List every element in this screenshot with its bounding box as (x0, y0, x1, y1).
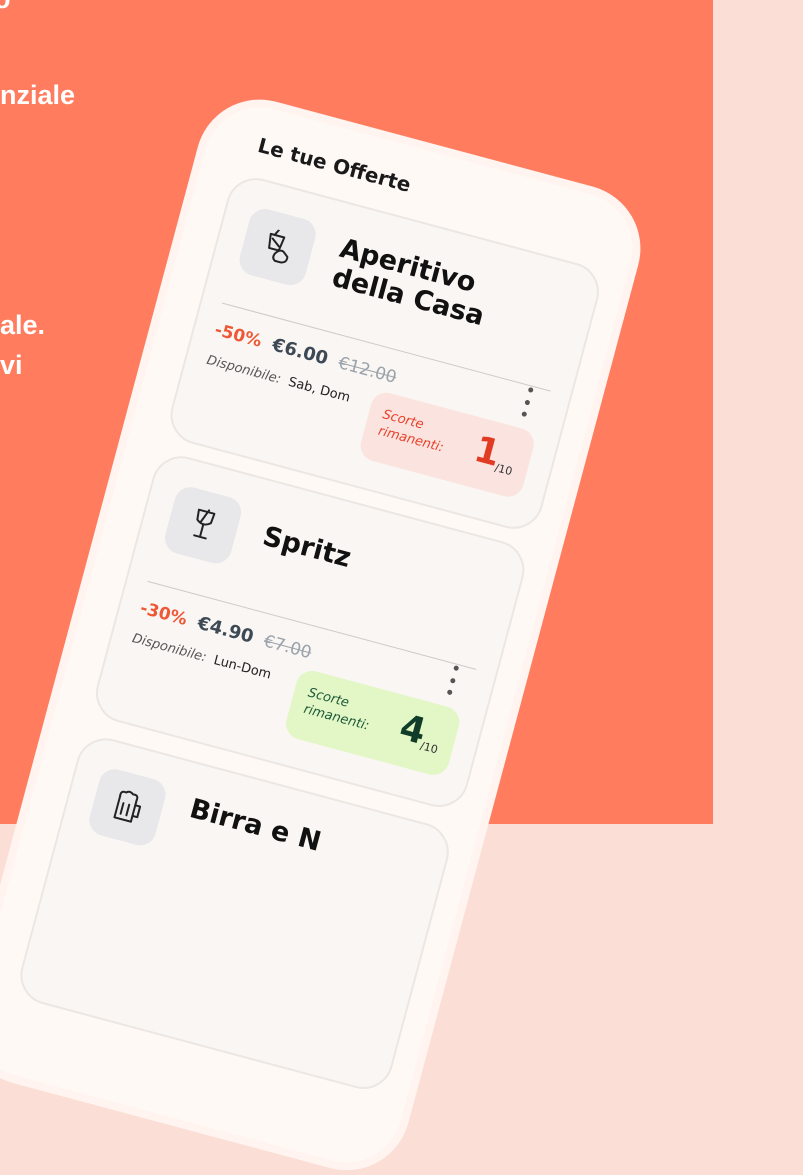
side-text-line: nziale (0, 80, 76, 110)
old-price: €7.00 (261, 631, 314, 664)
cocktail-hand-icon (235, 205, 320, 289)
more-options-icon[interactable] (439, 663, 466, 697)
current-price: €4.90 (195, 612, 256, 648)
availability-label: Disponibile: (204, 352, 283, 388)
side-text-line: vi (0, 350, 23, 380)
stock-badge: Scorte rimanenti: 4 /10 (282, 667, 463, 779)
side-text-line: ale. (0, 310, 46, 340)
discount-badge: -50% (212, 320, 264, 352)
current-price: €6.00 (269, 334, 331, 370)
old-price: €12.00 (335, 353, 399, 388)
more-options-icon[interactable] (513, 385, 540, 419)
availability-days: Lun-Dom (212, 652, 273, 683)
side-text-line: o (0, 0, 11, 15)
stock-total: /10 (418, 739, 440, 757)
offer-title: Birra e N (186, 793, 325, 858)
price-row: -50% €6.00 €12.00 (212, 319, 398, 388)
wine-glass-icon (161, 483, 245, 567)
availability-days: Sab, Dom (286, 374, 352, 406)
stock-total: /10 (493, 461, 514, 479)
availability-label: Disponibile: (130, 631, 209, 666)
offer-title: Aperitivo della Casa (328, 232, 488, 333)
beer-mug-icon (85, 765, 170, 849)
stock-label: Scorte rimanenti: (376, 407, 446, 456)
stock-label: Scorte rimanenti: (301, 685, 371, 734)
stock-badge: Scorte rimanenti: 1 /10 (357, 389, 538, 501)
discount-badge: -30% (137, 598, 190, 630)
offer-title: Spritz (259, 520, 355, 575)
